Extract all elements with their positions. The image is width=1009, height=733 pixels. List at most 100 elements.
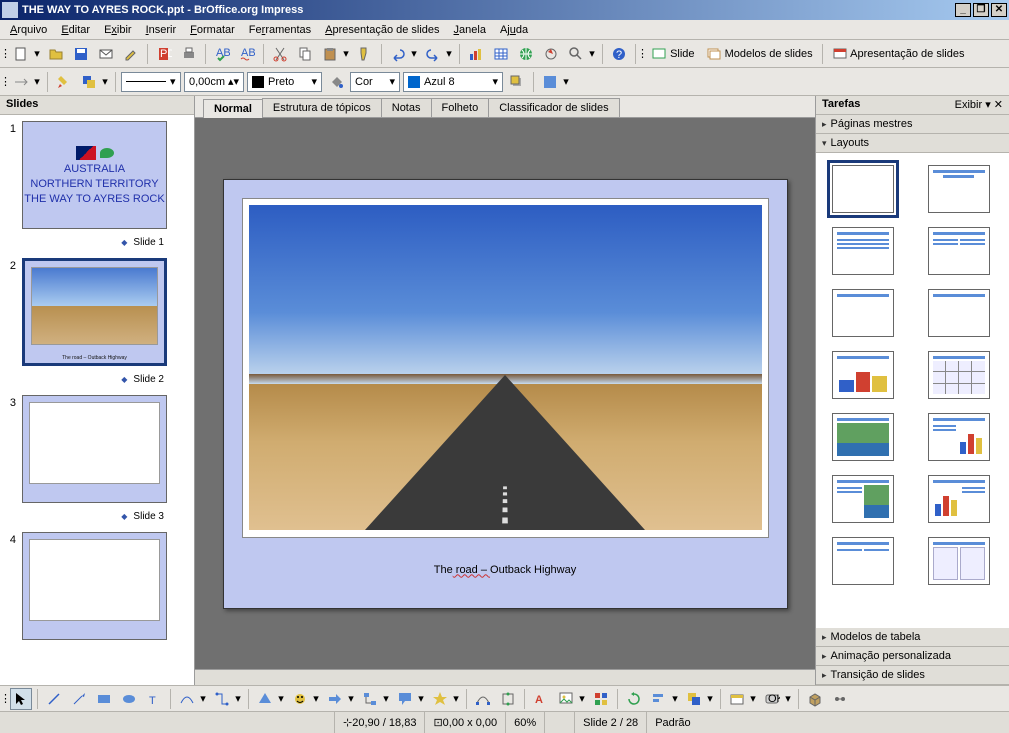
minimize-button[interactable]: _ bbox=[955, 3, 971, 17]
arrow-style-button[interactable] bbox=[10, 71, 32, 93]
styles-dropdown[interactable]: ▾ bbox=[561, 71, 571, 93]
slide-item[interactable]: 1 AUSTRALIA NORTHERN TERRITORY THE WAY T… bbox=[0, 115, 194, 235]
status-zoom[interactable]: 60% bbox=[506, 712, 545, 733]
layout-title-only[interactable] bbox=[832, 289, 894, 337]
fill-bucket-button[interactable] bbox=[325, 71, 347, 93]
slide-thumbnail[interactable] bbox=[22, 532, 167, 640]
auto-spellcheck-button[interactable]: ABC bbox=[236, 43, 258, 65]
edit-points-tool[interactable] bbox=[472, 688, 494, 710]
menu-apresentacao[interactable]: Apresentação de slides bbox=[319, 22, 445, 38]
symbol-shapes-tool[interactable] bbox=[289, 688, 311, 710]
slide-thumbnail[interactable]: The road – Outback Highway bbox=[22, 258, 167, 366]
menu-ajuda[interactable]: Ajuda bbox=[494, 22, 534, 38]
menu-exibir[interactable]: Exibir bbox=[98, 22, 138, 38]
line-style-select[interactable]: ▾ bbox=[121, 72, 181, 92]
section-table-templates[interactable]: Modelos de tabela bbox=[816, 628, 1009, 647]
arrange-tool2[interactable] bbox=[683, 688, 705, 710]
layout-title-table[interactable] bbox=[928, 351, 990, 399]
extrusion-tool[interactable] bbox=[804, 688, 826, 710]
layout-title-chart-text[interactable] bbox=[928, 475, 990, 523]
print-direct-button[interactable] bbox=[178, 43, 200, 65]
save-button[interactable] bbox=[70, 43, 92, 65]
fill-type-select[interactable]: Cor▾ bbox=[350, 72, 400, 92]
tab-slide-sorter[interactable]: Classificador de slides bbox=[488, 98, 619, 117]
undo-dropdown[interactable]: ▾ bbox=[409, 43, 419, 65]
grip[interactable]: ⋮ bbox=[641, 43, 644, 65]
new-dropdown[interactable]: ▾ bbox=[32, 43, 42, 65]
layout-title-text-image[interactable] bbox=[832, 475, 894, 523]
navigator-button[interactable] bbox=[540, 43, 562, 65]
arrange-dropdown[interactable]: ▾ bbox=[100, 71, 110, 93]
redo-dropdown[interactable]: ▾ bbox=[444, 43, 454, 65]
canvas-area[interactable]: The road – Outback Highway bbox=[195, 118, 815, 669]
basic-shapes-tool[interactable] bbox=[254, 688, 276, 710]
edit-button[interactable] bbox=[120, 43, 142, 65]
menu-editar[interactable]: Editar bbox=[55, 22, 96, 38]
interaction-tool[interactable] bbox=[829, 688, 851, 710]
tab-outline[interactable]: Estrutura de tópicos bbox=[262, 98, 382, 117]
slide-item[interactable]: 2 The road – Outback Highway bbox=[0, 252, 194, 372]
section-custom-animation[interactable]: Animação personalizada bbox=[816, 647, 1009, 666]
rotate-tool[interactable] bbox=[623, 688, 645, 710]
copy-button[interactable] bbox=[294, 43, 316, 65]
slide-button[interactable]: Slide bbox=[647, 46, 699, 62]
menu-formatar[interactable]: Formatar bbox=[184, 22, 241, 38]
layout-centered[interactable] bbox=[928, 289, 990, 337]
layout-title-text-chart[interactable] bbox=[928, 413, 990, 461]
horizontal-scrollbar[interactable] bbox=[195, 669, 815, 685]
insert-tool[interactable] bbox=[726, 688, 748, 710]
glue-points-tool[interactable] bbox=[497, 688, 519, 710]
close-button[interactable]: ✕ bbox=[991, 3, 1007, 17]
spellcheck-button[interactable]: ABC bbox=[211, 43, 233, 65]
styles-button[interactable] bbox=[539, 71, 561, 93]
controls-tool[interactable]: OK bbox=[761, 688, 783, 710]
grip[interactable]: ⋮ bbox=[4, 688, 7, 710]
grip[interactable]: ⋮ bbox=[4, 43, 7, 65]
stars-tool[interactable] bbox=[429, 688, 451, 710]
email-button[interactable] bbox=[95, 43, 117, 65]
layout-title-content[interactable] bbox=[832, 227, 894, 275]
paste-dropdown[interactable]: ▾ bbox=[341, 43, 351, 65]
rectangle-tool[interactable] bbox=[93, 688, 115, 710]
block-arrows-tool[interactable] bbox=[324, 688, 346, 710]
tab-notes[interactable]: Notas bbox=[381, 98, 432, 117]
photo-frame[interactable] bbox=[242, 198, 769, 538]
arrange-button[interactable] bbox=[78, 71, 100, 93]
arrow-line-tool[interactable] bbox=[68, 688, 90, 710]
line-color-select[interactable]: Preto▾ bbox=[247, 72, 322, 92]
flowchart-tool[interactable] bbox=[359, 688, 381, 710]
open-button[interactable] bbox=[45, 43, 67, 65]
cut-button[interactable] bbox=[269, 43, 291, 65]
curve-tool[interactable] bbox=[176, 688, 198, 710]
menu-ferramentas[interactable]: Ferramentas bbox=[243, 22, 317, 38]
slide-caption[interactable]: The road – Outback Highway bbox=[224, 557, 787, 578]
line-width-field[interactable]: 0,00cm▴▾ bbox=[184, 72, 244, 92]
tab-normal[interactable]: Normal bbox=[203, 99, 263, 118]
grip[interactable]: ⋮ bbox=[4, 71, 7, 93]
zoom-button[interactable] bbox=[565, 43, 587, 65]
slide-item[interactable]: 4 bbox=[0, 526, 194, 646]
layout-blank[interactable] bbox=[832, 165, 894, 213]
redo-button[interactable] bbox=[422, 43, 444, 65]
paste-button[interactable] bbox=[319, 43, 341, 65]
slides-list[interactable]: 1 AUSTRALIA NORTHERN TERRITORY THE WAY T… bbox=[0, 115, 194, 685]
layout-title[interactable] bbox=[928, 165, 990, 213]
from-file-tool[interactable] bbox=[555, 688, 577, 710]
shadow-button[interactable] bbox=[506, 71, 528, 93]
ellipse-tool[interactable] bbox=[118, 688, 140, 710]
arrow-style-dropdown[interactable]: ▾ bbox=[32, 71, 42, 93]
zoom-dropdown[interactable]: ▾ bbox=[587, 43, 597, 65]
undo-button[interactable] bbox=[387, 43, 409, 65]
help-button[interactable]: ? bbox=[608, 43, 630, 65]
hyperlink-button[interactable] bbox=[515, 43, 537, 65]
layout-4boxes-b[interactable] bbox=[928, 537, 990, 585]
slide-canvas[interactable]: The road – Outback Highway bbox=[223, 179, 788, 609]
fill-color-select[interactable]: Azul 8▾ bbox=[403, 72, 503, 92]
presentation-button[interactable]: Apresentação de slides bbox=[828, 46, 969, 62]
tasks-view-menu[interactable]: Exibir ▾ ✕ bbox=[955, 98, 1003, 112]
layout-title-image[interactable] bbox=[832, 413, 894, 461]
select-tool[interactable] bbox=[10, 688, 32, 710]
section-master-pages[interactable]: Páginas mestres bbox=[816, 115, 1009, 134]
menu-janela[interactable]: Janela bbox=[448, 22, 492, 38]
text-tool[interactable]: T bbox=[143, 688, 165, 710]
